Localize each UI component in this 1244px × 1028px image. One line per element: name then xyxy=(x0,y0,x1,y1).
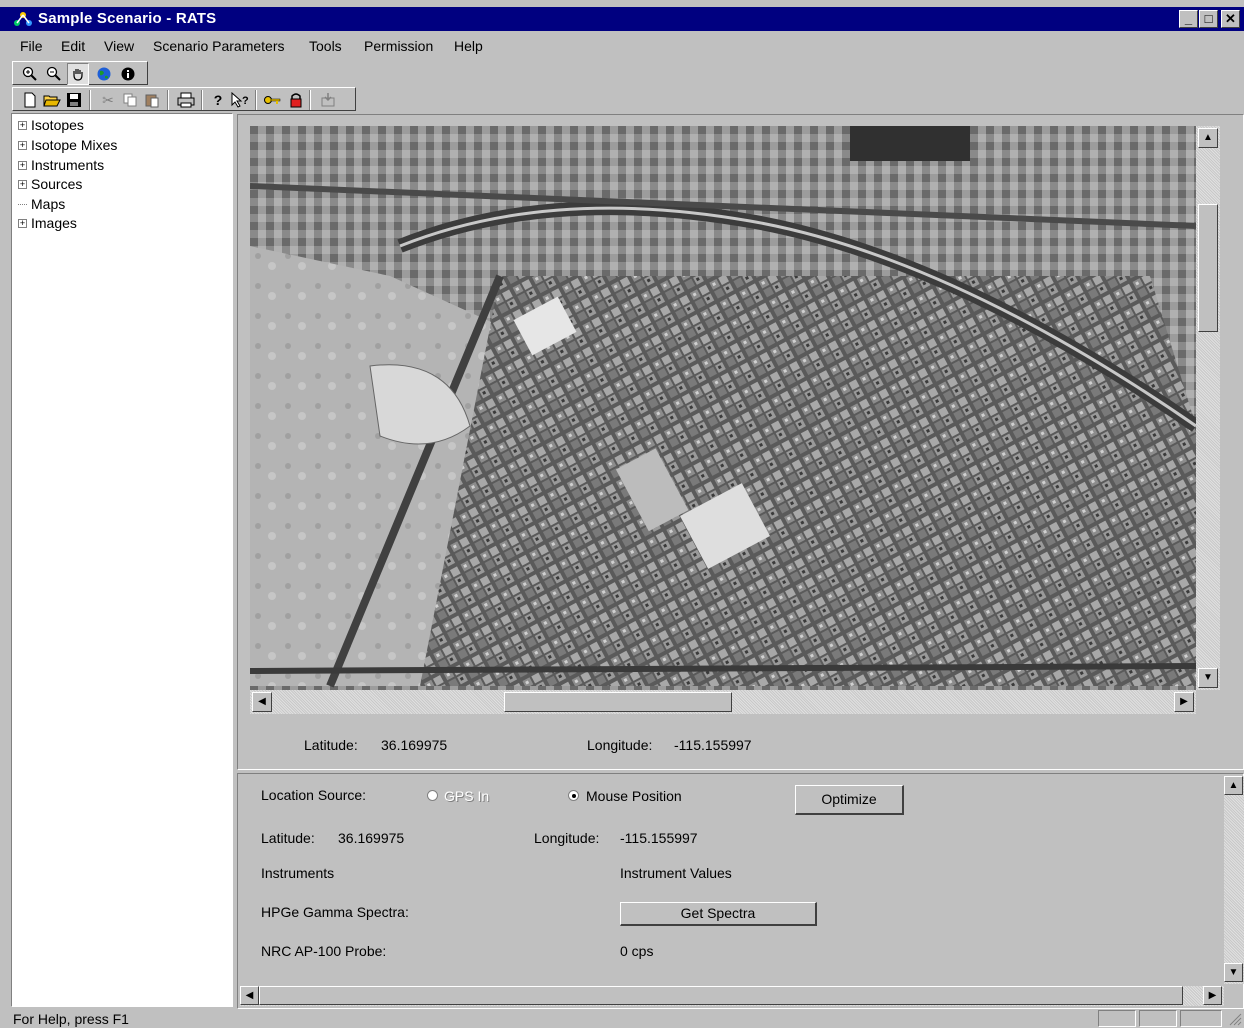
instruments-header: Instruments xyxy=(261,865,335,881)
nrc-probe-label: NRC AP-100 Probe: xyxy=(261,943,387,959)
menu-help[interactable]: Help xyxy=(454,38,483,54)
info-icon[interactable] xyxy=(117,63,139,85)
help-icon[interactable]: ? xyxy=(207,89,229,111)
menu-scenario-parameters[interactable]: Scenario Parameters xyxy=(153,38,285,54)
tree-connector xyxy=(18,204,27,205)
mouse-position-radio[interactable] xyxy=(568,790,579,801)
hpge-label: HPGe Gamma Spectra: xyxy=(261,904,409,920)
import-icon[interactable] xyxy=(317,89,339,111)
save-icon[interactable] xyxy=(63,89,85,111)
tree-item-isotopes[interactable]: + Isotopes xyxy=(18,116,84,134)
tree-item-sources[interactable]: + Sources xyxy=(18,175,82,193)
minimize-button[interactable]: _ xyxy=(1179,10,1198,28)
scenario-tree[interactable]: + Isotopes + Isotope Mixes + Instruments + S… xyxy=(11,113,233,1007)
instrument-panel: Location Source: GPS In Mouse Position O… xyxy=(237,773,1244,1009)
scroll-right-icon[interactable]: ▶ xyxy=(1203,986,1222,1005)
scroll-up-icon[interactable]: ▲ xyxy=(1198,128,1218,148)
map-longitude-label: Longitude: xyxy=(587,737,653,753)
status-bar: For Help, press F1 xyxy=(0,1009,1244,1028)
info-latitude-label: Latitude: xyxy=(261,830,315,846)
gps-in-radio xyxy=(427,790,438,801)
info-latitude-value: 36.169975 xyxy=(338,830,405,846)
expand-icon[interactable]: + xyxy=(18,161,27,170)
key-icon[interactable] xyxy=(261,89,283,111)
menu-file[interactable]: File xyxy=(20,38,43,54)
menu-tools[interactable]: Tools xyxy=(309,38,342,54)
gps-in-label: GPS In xyxy=(444,788,490,804)
print-icon[interactable] xyxy=(175,89,197,111)
scroll-left-icon[interactable]: ◀ xyxy=(240,986,259,1005)
pan-hand-icon[interactable] xyxy=(67,63,89,85)
tree-item-isotope-mixes[interactable]: + Isotope Mixes xyxy=(18,136,117,154)
nrc-probe-value: 0 cps xyxy=(620,943,654,959)
resize-grip-icon[interactable] xyxy=(1228,1012,1242,1026)
tree-item-instruments[interactable]: + Instruments xyxy=(18,156,104,174)
status-cell-num xyxy=(1139,1010,1177,1027)
status-cell-cap xyxy=(1098,1010,1136,1027)
satellite-map[interactable] xyxy=(250,126,1196,690)
expand-icon[interactable]: + xyxy=(18,180,27,189)
info-longitude-value: -115.155997 xyxy=(620,830,698,846)
new-icon[interactable] xyxy=(19,89,41,111)
expand-icon[interactable]: + xyxy=(18,121,27,130)
map-toolbar xyxy=(12,61,148,85)
scroll-right-icon[interactable]: ▶ xyxy=(1174,692,1194,712)
close-button[interactable]: ✕ xyxy=(1221,10,1240,28)
menu-permission[interactable]: Permission xyxy=(364,38,433,54)
expand-icon[interactable]: + xyxy=(18,141,27,150)
menu-edit[interactable]: Edit xyxy=(61,38,85,54)
window-title: Sample Scenario - RATS xyxy=(38,10,217,27)
aerial-image xyxy=(250,126,1196,690)
lock-icon[interactable] xyxy=(285,89,307,111)
instrument-values-header: Instrument Values xyxy=(620,865,732,881)
toolbar-separator xyxy=(167,90,169,110)
panel-horizontal-scroll-thumb[interactable] xyxy=(259,986,1183,1005)
scroll-left-icon[interactable]: ◀ xyxy=(252,692,272,712)
toolbar-separator xyxy=(201,90,203,110)
zoom-in-icon[interactable] xyxy=(19,63,41,85)
maximize-button[interactable]: □ xyxy=(1199,10,1218,28)
map-vertical-scroll-thumb[interactable] xyxy=(1198,204,1218,332)
tree-item-images[interactable]: + Images xyxy=(18,214,77,232)
mouse-position-label[interactable]: Mouse Position xyxy=(586,788,682,804)
svg-text:?: ? xyxy=(242,95,249,107)
get-spectra-button[interactable]: Get Spectra xyxy=(620,902,817,926)
scrollbar-corner xyxy=(1196,690,1220,714)
context-help-icon[interactable]: ? xyxy=(229,89,251,111)
map-frame: ▲ ▼ ◀ ▶ xyxy=(250,126,1220,714)
main-toolbar: ✂ ? ? xyxy=(12,87,356,111)
cut-icon[interactable]: ✂ xyxy=(97,89,119,111)
toolbar-separator xyxy=(255,90,257,110)
menu-bar: File Edit View Scenario Parameters Tools… xyxy=(0,33,1244,59)
expand-icon[interactable]: + xyxy=(18,219,27,228)
map-latitude-label: Latitude: xyxy=(304,737,358,753)
scroll-down-icon[interactable]: ▼ xyxy=(1224,963,1243,982)
app-icon xyxy=(14,12,32,26)
paste-icon[interactable] xyxy=(141,89,163,111)
open-icon[interactable] xyxy=(41,89,63,111)
map-longitude-value: -115.155997 xyxy=(674,737,752,753)
map-latitude-value: 36.169975 xyxy=(381,737,448,753)
scroll-up-icon[interactable]: ▲ xyxy=(1224,776,1243,795)
title-bar: Sample Scenario - RATS _ □ ✕ xyxy=(0,7,1244,31)
globe-icon[interactable] xyxy=(93,63,115,85)
optimize-button[interactable]: Optimize xyxy=(795,785,904,815)
status-cell-scrl xyxy=(1180,1010,1222,1027)
menu-view[interactable]: View xyxy=(104,38,134,54)
scroll-down-icon[interactable]: ▼ xyxy=(1198,668,1218,688)
panel-vertical-scrollbar[interactable] xyxy=(1224,776,1244,984)
location-source-label: Location Source: xyxy=(261,787,367,803)
copy-icon[interactable] xyxy=(119,89,141,111)
toolbar-separator xyxy=(89,90,91,110)
status-text: For Help, press F1 xyxy=(13,1011,129,1027)
zoom-out-icon[interactable] xyxy=(43,63,65,85)
info-longitude-label: Longitude: xyxy=(534,830,600,846)
tree-item-maps[interactable]: Maps xyxy=(18,195,65,213)
map-pane: ▲ ▼ ◀ ▶ Latitude: 36.169975 Longitude: -… xyxy=(237,114,1244,770)
toolbar-separator xyxy=(309,90,311,110)
map-horizontal-scroll-thumb[interactable] xyxy=(504,692,732,712)
